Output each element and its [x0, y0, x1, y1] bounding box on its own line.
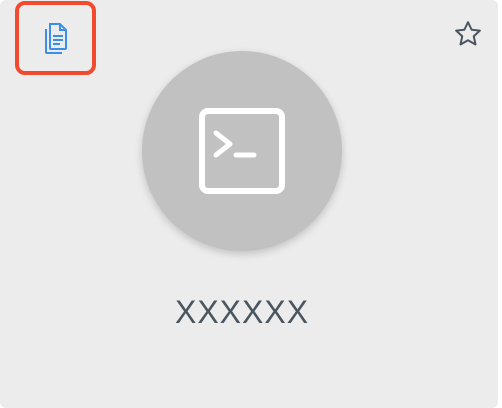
app-avatar — [142, 51, 342, 251]
app-title: XXXXXX — [174, 294, 310, 330]
favorite-button[interactable] — [452, 18, 484, 50]
star-outline-icon — [455, 21, 481, 46]
app-card[interactable]: XXXXXX — [0, 0, 498, 408]
terminal-icon — [199, 108, 285, 194]
copy-button[interactable] — [15, 1, 96, 75]
copy-document-icon — [44, 23, 67, 54]
